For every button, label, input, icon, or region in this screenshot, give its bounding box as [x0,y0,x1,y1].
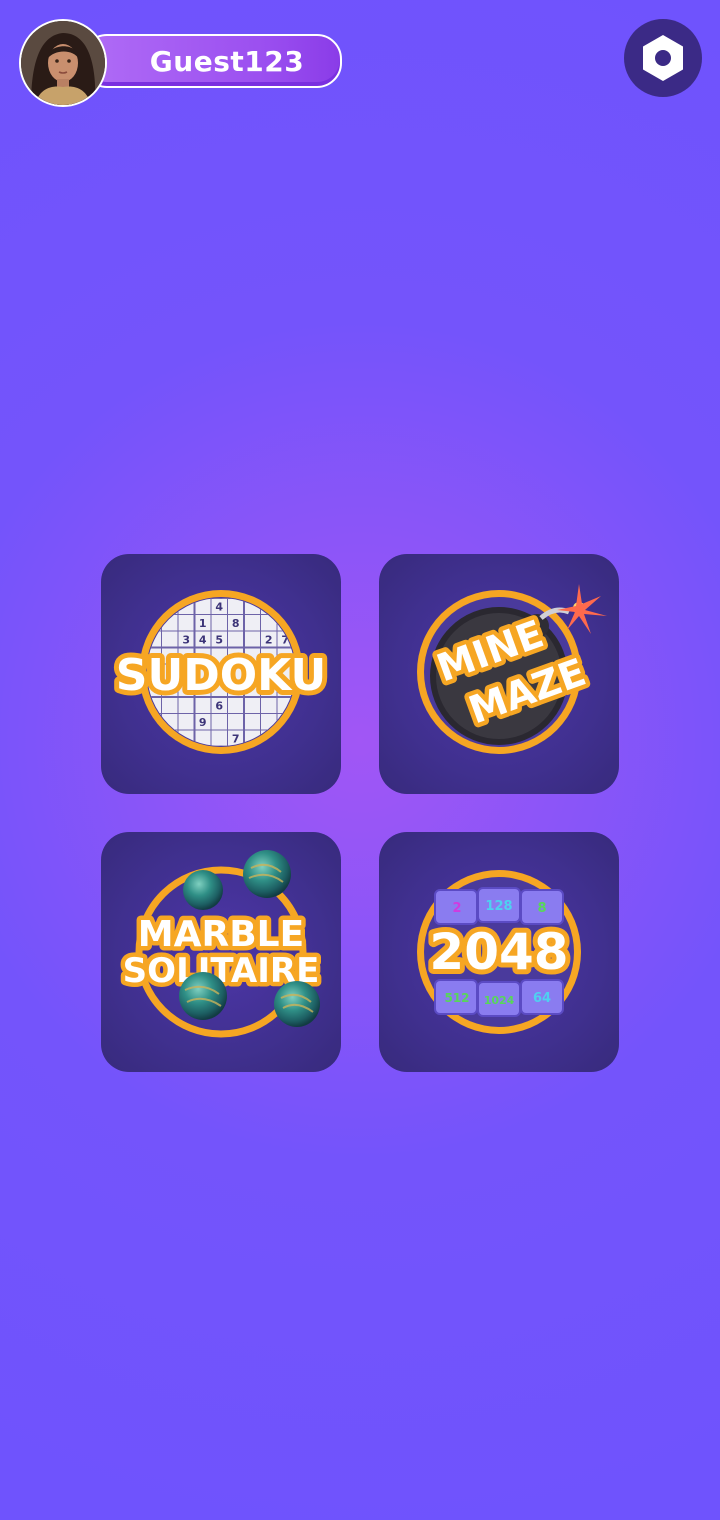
tile-value: 128 [485,899,512,914]
2048-logo-icon: 2 128 8 512 1024 64 2048 [417,870,581,1034]
marble-icon [243,850,291,898]
username-pill[interactable]: Guest123 [82,34,342,88]
marble-title-line1: MARBLE [138,914,304,955]
game-tile-2048[interactable]: 2 128 8 512 1024 64 2048 [379,832,619,1072]
sudoku-digit: 4 [199,633,207,646]
game-tile-sudoku[interactable]: 41834527697 SUDOKU [101,554,341,794]
2048-title: 2048 [429,923,568,981]
username-label: Guest123 [149,44,305,78]
sudoku-digit: 1 [199,617,207,630]
sudoku-digit: 7 [232,732,240,745]
sudoku-digit: 6 [215,699,223,712]
sudoku-digit: 8 [232,617,240,630]
marble-solitaire-logo-icon: MARBLE SOLITAIRE [118,850,324,1038]
tile-value: 8 [537,901,546,916]
marble-icon [183,870,223,910]
settings-hexagon-icon [643,35,683,81]
marble-icon [179,972,227,1020]
sudoku-logo-icon: 41 83 4 5 2 7697 SUDOKU [111,590,331,754]
sudoku-digit: 5 [215,633,223,646]
tile-value: 1024 [484,994,515,1007]
sudoku-digit: 9 [199,716,207,729]
game-tile-marble-solitaire[interactable]: MARBLE SOLITAIRE [101,832,341,1072]
tile-value: 2 [452,901,461,916]
tile-value: 512 [444,991,469,1005]
avatar-portrait-icon [21,21,105,105]
top-bar: Guest123 [0,0,720,120]
tile-value: 64 [533,991,551,1006]
sudoku-digit: 2 [265,633,273,646]
mine-maze-logo-icon: MINE MAZE [417,584,607,754]
sudoku-digit: 4 [215,600,223,613]
sudoku-digit: 3 [182,633,190,646]
game-tile-mine-maze[interactable]: MINE MAZE [379,554,619,794]
settings-button[interactable] [624,19,702,97]
avatar[interactable] [19,19,107,107]
sudoku-title: SUDOKU [116,650,326,701]
